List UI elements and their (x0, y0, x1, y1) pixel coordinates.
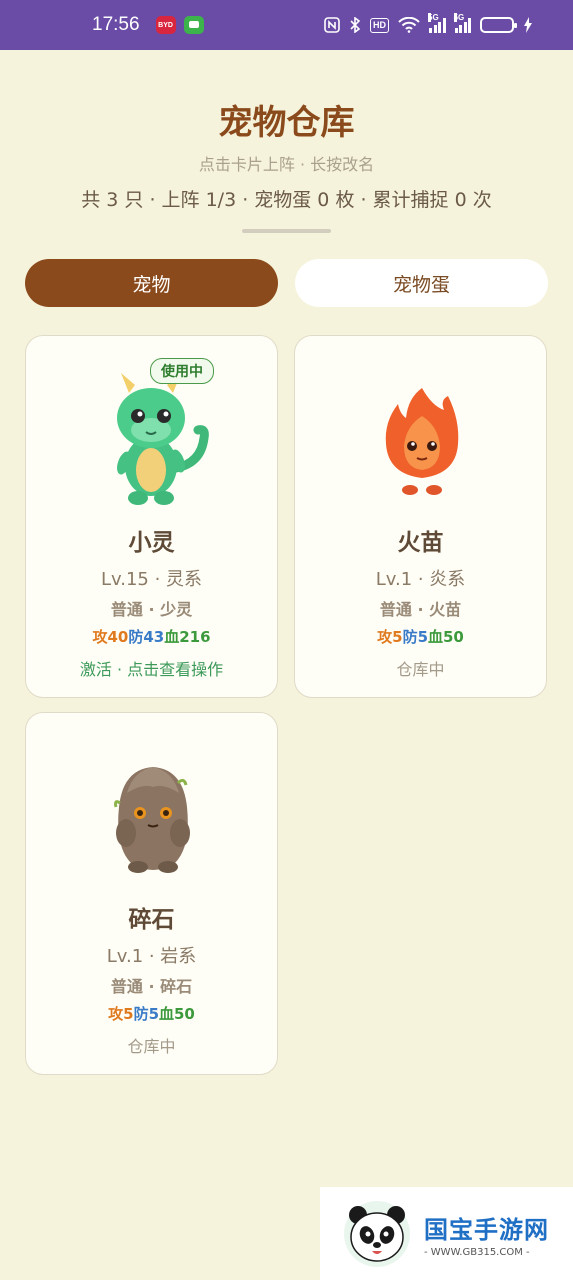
watermark-brand: 国宝手游网 (424, 1215, 549, 1244)
rock-golem-icon (114, 767, 190, 873)
page-subtitle: 点击卡片上阵 · 长按改名 (198, 155, 375, 174)
fire-spirit-icon (385, 388, 459, 495)
status-bar: 17:56 BYD HD 5G 5G (0, 0, 573, 50)
tab-pets[interactable]: 宠物 (25, 259, 278, 307)
byd-app-icon: BYD (155, 16, 176, 34)
pet-hp: 血50 (159, 1005, 195, 1023)
hd-icon: HD (370, 17, 389, 33)
page-title: 宠物仓库 (218, 103, 355, 143)
inventory-summary: 共 3 只 · 上阵 1/3 · 宠物蛋 0 枚 · 累计捕捉 0 次 (81, 189, 492, 211)
messages-app-icon (183, 16, 204, 34)
pet-hp: 血50 (428, 628, 464, 646)
pet-level: Lv.1 · 岩系 (106, 946, 197, 967)
pet-name: 火苗 (397, 530, 444, 556)
pet-attack: 攻40 (92, 628, 129, 646)
pet-hp: 血216 (164, 628, 211, 646)
signal-label: 5G (453, 13, 465, 22)
pet-defense: 防5 (402, 628, 428, 646)
signal-icon: 5G (428, 13, 446, 33)
pet-stats: 攻5防5血50 (26, 1003, 277, 1024)
panda-icon (344, 1200, 410, 1267)
watermark-text: 国宝手游网 - WWW.GB315.COM - (424, 1210, 549, 1258)
pet-attack: 攻5 (377, 628, 403, 646)
status-time: 17:56 (92, 14, 140, 35)
bluetooth-icon (349, 17, 361, 33)
status-icons: HD 5G 5G (324, 13, 533, 33)
pet-status: 仓库中 (396, 660, 445, 679)
in-use-badge: 使用中 (150, 358, 214, 384)
tab-pet-eggs[interactable]: 宠物蛋 (295, 259, 548, 307)
watermark-url: - WWW.GB315.COM - (424, 1246, 530, 1258)
signal-label: 5G (428, 13, 439, 22)
pet-stats: 攻40防43血216 (26, 626, 277, 647)
nfc-icon (324, 17, 340, 33)
header-divider (242, 229, 331, 233)
pet-level: Lv.15 · 灵系 (100, 569, 203, 590)
pet-card-suishi[interactable]: 碎石 Lv.1 · 岩系 普通 · 碎石 攻5防5血50 仓库中 (25, 712, 278, 1075)
site-watermark: 国宝手游网 - WWW.GB315.COM - (320, 1187, 573, 1280)
pet-card-xiaoling[interactable]: 使用中 小灵 Lv.15 · 灵系 普通 · 少灵 攻40防43血216 激活 … (25, 335, 278, 698)
pet-type: 普通 · 少灵 (110, 600, 193, 619)
pet-status: 激活 · 点击查看操作 (79, 660, 224, 679)
wifi-icon (398, 17, 420, 33)
pet-attack: 攻5 (108, 1005, 134, 1023)
pet-card-huomiao[interactable]: 火苗 Lv.1 · 炎系 普通 · 火苗 攻5防5血50 仓库中 (294, 335, 547, 698)
pet-defense: 防43 (128, 628, 165, 646)
battery-icon (480, 17, 517, 33)
pet-status: 仓库中 (127, 1037, 176, 1056)
pet-name: 碎石 (128, 907, 175, 933)
pet-type: 普通 · 碎石 (110, 977, 193, 996)
pet-type: 普通 · 火苗 (379, 600, 462, 619)
pet-level: Lv.1 · 炎系 (375, 569, 466, 590)
pet-defense: 防5 (133, 1005, 159, 1023)
pet-name: 小灵 (128, 530, 175, 556)
signal-icon: 5G (453, 13, 471, 33)
pet-stats: 攻5防5血50 (295, 626, 546, 647)
charging-icon (523, 17, 533, 33)
